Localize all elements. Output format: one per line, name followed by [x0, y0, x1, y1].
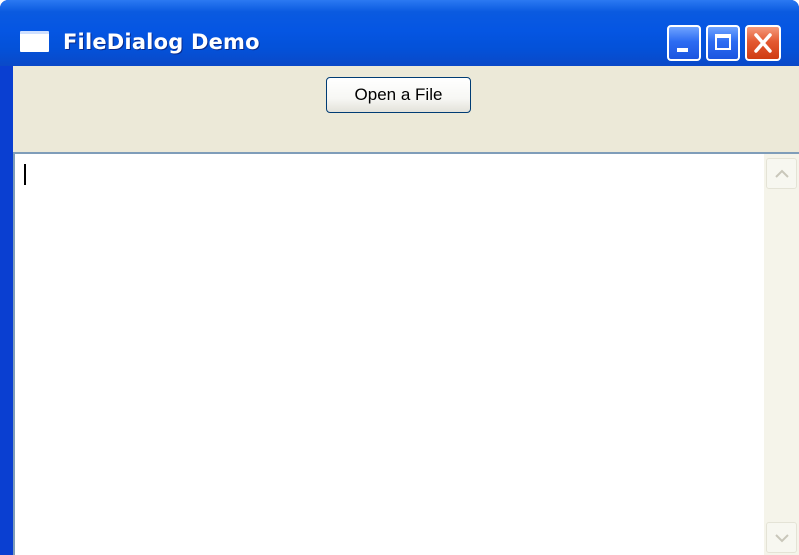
client-area: Open a File — [13, 66, 799, 555]
vertical-scrollbar[interactable] — [764, 154, 799, 555]
window-title: FileDialog Demo — [63, 30, 260, 54]
close-button[interactable] — [745, 25, 781, 61]
text-area[interactable] — [13, 152, 799, 555]
chevron-down-icon — [775, 534, 789, 543]
open-file-button[interactable]: Open a File — [326, 77, 471, 113]
chevron-up-icon — [775, 169, 789, 178]
text-caret — [24, 164, 26, 185]
maximize-icon — [715, 34, 731, 50]
scroll-up-button[interactable] — [766, 158, 797, 189]
app-window: FileDialog Demo Open a File — [0, 0, 799, 555]
title-bar[interactable]: FileDialog Demo — [0, 0, 799, 66]
scroll-down-button[interactable] — [766, 522, 797, 553]
window-icon — [20, 31, 49, 52]
minimize-icon — [677, 48, 688, 52]
close-icon — [754, 33, 772, 53]
maximize-button[interactable] — [706, 25, 740, 61]
minimize-button[interactable] — [667, 25, 701, 61]
